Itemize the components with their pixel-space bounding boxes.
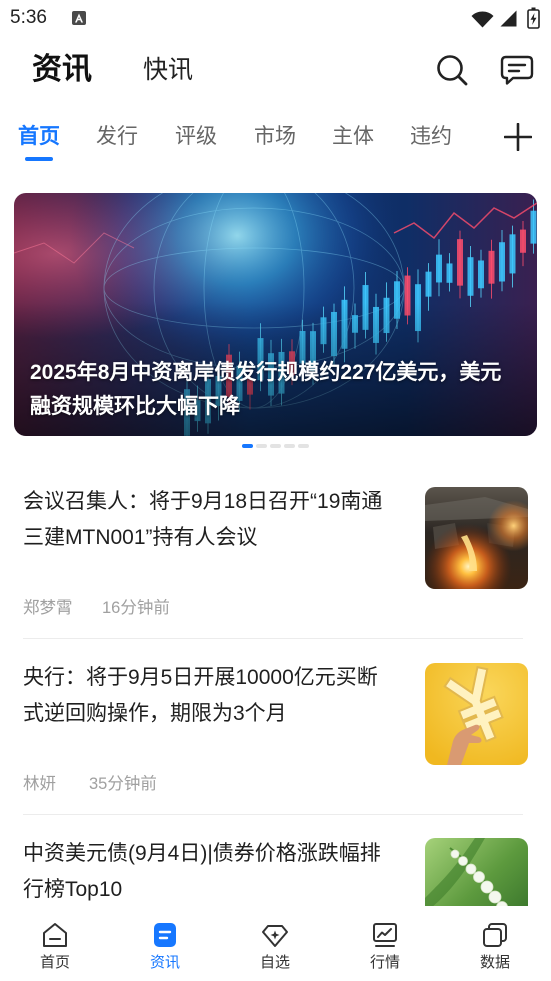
carousel-dot bbox=[270, 444, 281, 448]
hand-holding-yuan-image bbox=[425, 663, 528, 765]
carousel-dot bbox=[284, 444, 295, 448]
carousel-dot bbox=[298, 444, 309, 448]
nav-item-watchlist[interactable]: 自选 bbox=[220, 906, 330, 981]
news-title[interactable]: 会议召集人：将于9月18日召开“19南通三建MTN001”持有人会议 bbox=[23, 484, 397, 556]
news-thumbnail[interactable] bbox=[425, 487, 528, 589]
nav-label: 自选 bbox=[259, 954, 290, 971]
nav-label: 首页 bbox=[39, 954, 70, 971]
banner-carousel[interactable]: 2025年8月中资离岸债发行规模约227亿美元，美元融资规模环比大幅下降 bbox=[14, 193, 537, 436]
nav-item-news[interactable]: 资讯 bbox=[110, 906, 220, 981]
market-chart-icon bbox=[373, 923, 397, 947]
nav-item-home[interactable]: 首页 bbox=[0, 906, 110, 981]
header-tab-flash[interactable]: 快讯 bbox=[143, 56, 193, 84]
data-icon bbox=[483, 923, 507, 947]
divider bbox=[23, 638, 523, 639]
tab-market[interactable]: 市场 bbox=[254, 124, 296, 150]
battery-charging-icon bbox=[527, 7, 540, 29]
message-icon[interactable] bbox=[500, 55, 534, 85]
plus-icon[interactable] bbox=[504, 123, 532, 151]
banner-title[interactable]: 2025年8月中资离岸债发行规模约227亿美元，美元融资规模环比大幅下降 bbox=[30, 356, 522, 424]
tab-home[interactable]: 首页 bbox=[18, 124, 60, 150]
wifi-icon bbox=[471, 11, 494, 28]
nav-label: 行情 bbox=[369, 954, 400, 971]
search-icon[interactable] bbox=[436, 54, 468, 86]
news-icon bbox=[154, 923, 176, 947]
tab-issuance[interactable]: 发行 bbox=[96, 124, 138, 150]
divider bbox=[23, 814, 523, 815]
notification-icon bbox=[72, 11, 86, 25]
bottom-nav: 首页 资讯 自选 行情 数据 bbox=[0, 906, 551, 981]
carousel-dot bbox=[256, 444, 267, 448]
home-icon bbox=[43, 923, 67, 947]
active-tab-indicator bbox=[25, 157, 53, 161]
news-time: 16分钟前 bbox=[102, 599, 170, 617]
nav-label: 数据 bbox=[479, 954, 510, 971]
nav-item-data[interactable]: 数据 bbox=[440, 906, 550, 981]
tab-rating[interactable]: 评级 bbox=[175, 124, 217, 150]
nav-label: 资讯 bbox=[149, 954, 180, 971]
tab-default[interactable]: 违约 bbox=[410, 124, 452, 150]
molten-steel-image bbox=[425, 487, 528, 589]
news-title[interactable]: 中资美元债(9月4日)|债券价格涨跌幅排行榜Top10 bbox=[23, 836, 397, 908]
watchlist-icon bbox=[262, 925, 288, 947]
news-time: 35分钟前 bbox=[89, 775, 157, 793]
nav-item-market[interactable]: 行情 bbox=[330, 906, 440, 981]
carousel-dot bbox=[242, 444, 253, 448]
news-title[interactable]: 央行：将于9月5日开展10000亿元买断式逆回购操作，期限为3个月 bbox=[23, 660, 397, 732]
news-author: 林妍 bbox=[23, 775, 56, 793]
tab-issuer[interactable]: 主体 bbox=[332, 124, 374, 150]
status-time: 5:36 bbox=[10, 7, 47, 28]
header-tab-news[interactable]: 资讯 bbox=[32, 51, 92, 89]
news-thumbnail[interactable] bbox=[425, 663, 528, 765]
signal-icon bbox=[500, 10, 517, 27]
news-author: 郑梦霄 bbox=[23, 599, 73, 617]
